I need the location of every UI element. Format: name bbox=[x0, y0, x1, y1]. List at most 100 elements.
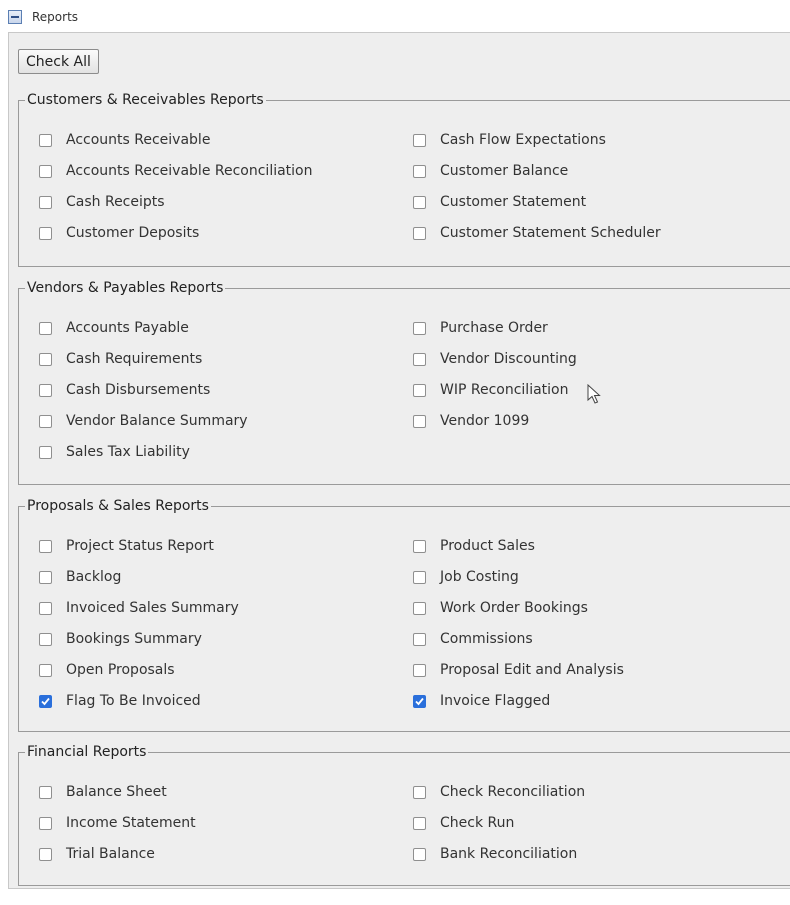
report-checkbox-invoiced-sales-summary[interactable]: Invoiced Sales Summary bbox=[39, 598, 239, 618]
checkbox-label: WIP Reconciliation bbox=[440, 382, 569, 398]
checkbox-checked-icon[interactable] bbox=[413, 694, 426, 708]
report-checkbox-proposal-edit-and-analysis[interactable]: Proposal Edit and Analysis bbox=[413, 660, 624, 680]
group-legend: Vendors & Payables Reports bbox=[27, 280, 224, 296]
report-checkbox-cash-flow-expectations[interactable]: Cash Flow Expectations bbox=[413, 130, 606, 150]
report-checkbox-check-run[interactable]: Check Run bbox=[413, 813, 514, 833]
checkbox-icon[interactable] bbox=[39, 133, 52, 147]
checkbox-icon[interactable] bbox=[39, 570, 52, 584]
checkbox-icon[interactable] bbox=[413, 816, 426, 830]
report-checkbox-cash-requirements[interactable]: Cash Requirements bbox=[39, 349, 202, 369]
checkbox-icon[interactable] bbox=[39, 383, 52, 397]
checkbox-icon[interactable] bbox=[413, 321, 426, 335]
report-checkbox-flag-to-be-invoiced[interactable]: Flag To Be Invoiced bbox=[39, 691, 201, 711]
checkbox-icon[interactable] bbox=[413, 632, 426, 646]
report-checkbox-invoice-flagged[interactable]: Invoice Flagged bbox=[413, 691, 550, 711]
checkbox-label: Vendor 1099 bbox=[440, 413, 530, 429]
checkbox-icon[interactable] bbox=[413, 570, 426, 584]
checkbox-icon[interactable] bbox=[39, 164, 52, 178]
report-checkbox-trial-balance[interactable]: Trial Balance bbox=[39, 844, 155, 864]
checkbox-icon[interactable] bbox=[413, 383, 426, 397]
checkbox-icon[interactable] bbox=[413, 601, 426, 615]
checkbox-icon[interactable] bbox=[413, 226, 426, 240]
report-checkbox-backlog[interactable]: Backlog bbox=[39, 567, 121, 587]
checkbox-icon[interactable] bbox=[413, 414, 426, 428]
checkbox-icon[interactable] bbox=[413, 164, 426, 178]
checkbox-label: Vendor Discounting bbox=[440, 351, 577, 367]
checkbox-label: Accounts Receivable bbox=[66, 132, 211, 148]
checkbox-icon[interactable] bbox=[39, 601, 52, 615]
checkbox-label: Flag To Be Invoiced bbox=[66, 693, 201, 709]
checkbox-label: Cash Receipts bbox=[66, 194, 165, 210]
group-financial: Financial Reports Balance Sheet Income St… bbox=[18, 744, 790, 886]
report-checkbox-accounts-receivable-reconciliation[interactable]: Accounts Receivable Reconciliation bbox=[39, 161, 313, 181]
report-checkbox-open-proposals[interactable]: Open Proposals bbox=[39, 660, 175, 680]
checkbox-label: Proposal Edit and Analysis bbox=[440, 662, 624, 678]
checkbox-icon[interactable] bbox=[39, 785, 52, 799]
checkbox-label: Vendor Balance Summary bbox=[66, 413, 248, 429]
checkbox-label: Customer Balance bbox=[440, 163, 569, 179]
report-checkbox-job-costing[interactable]: Job Costing bbox=[413, 567, 519, 587]
report-checkbox-work-order-bookings[interactable]: Work Order Bookings bbox=[413, 598, 588, 618]
checkbox-checked-icon[interactable] bbox=[39, 694, 52, 708]
report-checkbox-project-status-report[interactable]: Project Status Report bbox=[39, 536, 214, 556]
report-checkbox-customer-statement[interactable]: Customer Statement bbox=[413, 192, 586, 212]
checkbox-icon[interactable] bbox=[413, 133, 426, 147]
collapse-icon[interactable] bbox=[8, 10, 22, 24]
report-checkbox-accounts-receivable[interactable]: Accounts Receivable bbox=[39, 130, 210, 150]
report-checkbox-vendor-balance-summary[interactable]: Vendor Balance Summary bbox=[39, 411, 248, 431]
report-checkbox-product-sales[interactable]: Product Sales bbox=[413, 536, 535, 556]
checkbox-icon[interactable] bbox=[39, 195, 52, 209]
report-checkbox-balance-sheet[interactable]: Balance Sheet bbox=[39, 782, 167, 802]
report-checkbox-cash-disbursements[interactable]: Cash Disbursements bbox=[39, 380, 210, 400]
checkbox-icon[interactable] bbox=[39, 226, 52, 240]
checkbox-icon[interactable] bbox=[39, 414, 52, 428]
group-legend: Financial Reports bbox=[27, 744, 147, 760]
report-checkbox-customer-deposits[interactable]: Customer Deposits bbox=[39, 223, 199, 243]
checkbox-icon[interactable] bbox=[413, 785, 426, 799]
checkbox-label: Accounts Receivable Reconciliation bbox=[66, 163, 313, 179]
group-customers-receivables: Customers & Receivables Reports Accounts… bbox=[18, 92, 790, 267]
group-legend: Proposals & Sales Reports bbox=[27, 498, 209, 514]
report-checkbox-purchase-order[interactable]: Purchase Order bbox=[413, 318, 548, 338]
checkbox-label: Invoice Flagged bbox=[440, 693, 551, 709]
checkbox-label: Customer Statement bbox=[440, 194, 587, 210]
checkbox-icon[interactable] bbox=[39, 352, 52, 366]
checkbox-icon[interactable] bbox=[39, 445, 52, 459]
checkbox-label: Balance Sheet bbox=[66, 784, 167, 800]
checkbox-label: Cash Disbursements bbox=[66, 382, 211, 398]
checkbox-icon[interactable] bbox=[39, 663, 52, 677]
check-all-button[interactable]: Check All bbox=[18, 49, 99, 74]
report-checkbox-bookings-summary[interactable]: Bookings Summary bbox=[39, 629, 202, 649]
report-checkbox-customer-balance[interactable]: Customer Balance bbox=[413, 161, 568, 181]
report-checkbox-bank-reconciliation[interactable]: Bank Reconciliation bbox=[413, 844, 577, 864]
report-checkbox-cash-receipts[interactable]: Cash Receipts bbox=[39, 192, 165, 212]
checkbox-label: Income Statement bbox=[66, 815, 196, 831]
checkbox-label: Open Proposals bbox=[66, 662, 175, 678]
checkbox-label: Accounts Payable bbox=[66, 320, 189, 336]
checkbox-icon[interactable] bbox=[39, 632, 52, 646]
report-checkbox-wip-reconciliation[interactable]: WIP Reconciliation bbox=[413, 380, 568, 400]
checkbox-icon[interactable] bbox=[39, 539, 52, 553]
report-checkbox-vendor-discounting[interactable]: Vendor Discounting bbox=[413, 349, 577, 369]
checkbox-label: Customer Statement Scheduler bbox=[440, 225, 661, 241]
report-checkbox-accounts-payable[interactable]: Accounts Payable bbox=[39, 318, 189, 338]
report-checkbox-sales-tax-liability[interactable]: Sales Tax Liability bbox=[39, 442, 190, 462]
report-checkbox-commissions[interactable]: Commissions bbox=[413, 629, 533, 649]
checkbox-icon[interactable] bbox=[39, 816, 52, 830]
checkbox-icon[interactable] bbox=[413, 539, 426, 553]
report-checkbox-customer-statement-scheduler[interactable]: Customer Statement Scheduler bbox=[413, 223, 661, 243]
checkbox-icon[interactable] bbox=[413, 195, 426, 209]
checkbox-label: Customer Deposits bbox=[66, 225, 200, 241]
checkbox-label: Purchase Order bbox=[440, 320, 548, 336]
checkbox-icon[interactable] bbox=[413, 663, 426, 677]
checkbox-icon[interactable] bbox=[39, 321, 52, 335]
checkbox-icon[interactable] bbox=[39, 847, 52, 861]
report-checkbox-check-reconciliation[interactable]: Check Reconciliation bbox=[413, 782, 585, 802]
checkbox-icon[interactable] bbox=[413, 352, 426, 366]
checkbox-label: Project Status Report bbox=[66, 538, 214, 554]
report-checkbox-vendor-1099[interactable]: Vendor 1099 bbox=[413, 411, 529, 431]
checkbox-label: Bank Reconciliation bbox=[440, 846, 578, 862]
report-checkbox-income-statement[interactable]: Income Statement bbox=[39, 813, 196, 833]
checkbox-icon[interactable] bbox=[413, 847, 426, 861]
checkbox-label: Cash Flow Expectations bbox=[440, 132, 606, 148]
